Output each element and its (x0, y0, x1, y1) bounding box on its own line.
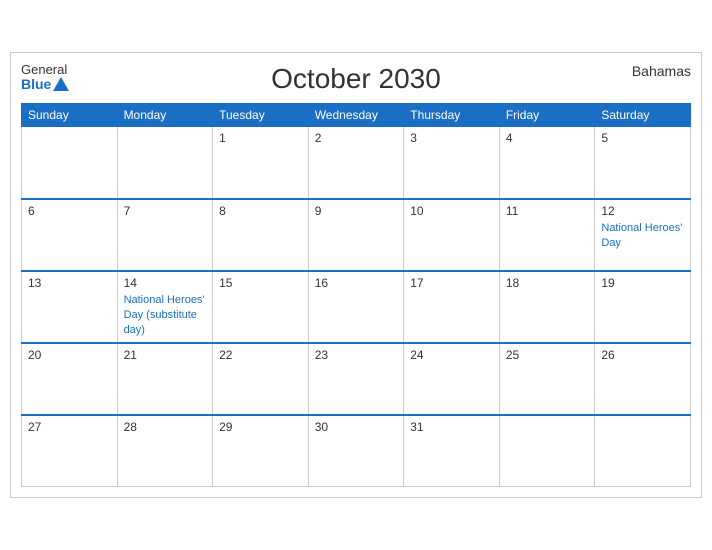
calendar-cell: 14 National Heroes' Day (substitute day) (117, 271, 213, 343)
calendar-header: General Blue October 2030 Bahamas (21, 63, 691, 95)
calendar-cell: 3 (404, 127, 500, 199)
day-number: 14 (124, 276, 207, 290)
logo-general-text: General (21, 63, 67, 77)
calendar-cell: 30 (308, 415, 404, 487)
calendar-cell: 4 (499, 127, 595, 199)
calendar-cell: 1 (213, 127, 309, 199)
day-number: 15 (219, 276, 302, 290)
calendar-cell: 22 (213, 343, 309, 415)
day-number: 28 (124, 420, 207, 434)
calendar-cell: 25 (499, 343, 595, 415)
calendar-cell (595, 415, 691, 487)
day-number: 20 (28, 348, 111, 362)
weekday-header-row: Sunday Monday Tuesday Wednesday Thursday… (22, 104, 691, 127)
day-number: 29 (219, 420, 302, 434)
day-number: 5 (601, 131, 684, 145)
day-number: 25 (506, 348, 589, 362)
day-number: 22 (219, 348, 302, 362)
calendar-cell: 9 (308, 199, 404, 271)
calendar-cell: 8 (213, 199, 309, 271)
header-friday: Friday (499, 104, 595, 127)
day-number: 9 (315, 204, 398, 218)
day-number: 13 (28, 276, 111, 290)
calendar-cell (499, 415, 595, 487)
calendar-title: October 2030 (271, 63, 441, 95)
calendar-grid: Sunday Monday Tuesday Wednesday Thursday… (21, 103, 691, 487)
day-number: 17 (410, 276, 493, 290)
header-saturday: Saturday (595, 104, 691, 127)
day-number: 2 (315, 131, 398, 145)
day-number: 16 (315, 276, 398, 290)
day-number: 24 (410, 348, 493, 362)
event-text: National Heroes' Day (601, 222, 682, 249)
calendar-cell: 16 (308, 271, 404, 343)
calendar-cell: 19 (595, 271, 691, 343)
day-number: 11 (506, 204, 589, 218)
calendar-cell: 18 (499, 271, 595, 343)
day-number: 30 (315, 420, 398, 434)
calendar-cell: 17 (404, 271, 500, 343)
logo-blue-text: Blue (21, 77, 69, 92)
day-number: 1 (219, 131, 302, 145)
day-number: 18 (506, 276, 589, 290)
day-number: 23 (315, 348, 398, 362)
calendar-cell: 13 (22, 271, 118, 343)
day-number: 8 (219, 204, 302, 218)
calendar-container: General Blue October 2030 Bahamas Sunday… (10, 52, 702, 498)
calendar-cell: 28 (117, 415, 213, 487)
calendar-week-row: 6789 10 11 12 National Heroes' Day (22, 199, 691, 271)
calendar-cell: 29 (213, 415, 309, 487)
day-number: 26 (601, 348, 684, 362)
calendar-cell (117, 127, 213, 199)
calendar-cell: 12 National Heroes' Day (595, 199, 691, 271)
day-number: 31 (410, 420, 493, 434)
header-monday: Monday (117, 104, 213, 127)
calendar-week-row: 20 21 22 23 24 25 26 (22, 343, 691, 415)
calendar-cell (22, 127, 118, 199)
day-number: 6 (28, 204, 111, 218)
logo: General Blue (21, 63, 69, 93)
calendar-week-row: 27 28 29 30 31 (22, 415, 691, 487)
day-number: 7 (124, 204, 207, 218)
calendar-cell: 11 (499, 199, 595, 271)
calendar-cell: 21 (117, 343, 213, 415)
calendar-cell: 5 (595, 127, 691, 199)
calendar-cell: 6 (22, 199, 118, 271)
event-text: National Heroes' Day (substitute day) (124, 294, 205, 337)
calendar-cell: 26 (595, 343, 691, 415)
day-number: 27 (28, 420, 111, 434)
day-number: 21 (124, 348, 207, 362)
header-wednesday: Wednesday (308, 104, 404, 127)
header-thursday: Thursday (404, 104, 500, 127)
logo-triangle-icon (53, 77, 69, 91)
header-sunday: Sunday (22, 104, 118, 127)
calendar-week-row: 12345 (22, 127, 691, 199)
calendar-cell: 20 (22, 343, 118, 415)
day-number: 12 (601, 204, 684, 218)
day-number: 19 (601, 276, 684, 290)
calendar-cell: 24 (404, 343, 500, 415)
calendar-cell: 15 (213, 271, 309, 343)
calendar-cell: 31 (404, 415, 500, 487)
day-number: 4 (506, 131, 589, 145)
country-label: Bahamas (632, 63, 691, 79)
calendar-week-row: 13 14 National Heroes' Day (substitute day… (22, 271, 691, 343)
day-number: 10 (410, 204, 493, 218)
calendar-cell: 10 (404, 199, 500, 271)
calendar-cell: 23 (308, 343, 404, 415)
calendar-cell: 7 (117, 199, 213, 271)
header-tuesday: Tuesday (213, 104, 309, 127)
calendar-cell: 2 (308, 127, 404, 199)
calendar-cell: 27 (22, 415, 118, 487)
day-number: 3 (410, 131, 493, 145)
